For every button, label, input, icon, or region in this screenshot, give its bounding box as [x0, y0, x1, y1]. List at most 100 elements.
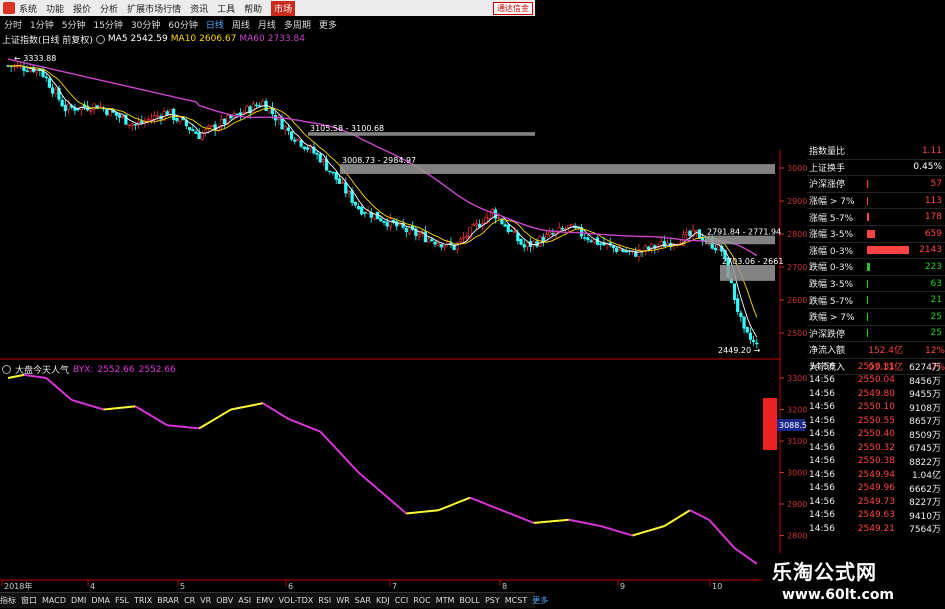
- tick-row: 14:56 2550.32 6745万: [807, 441, 945, 455]
- tick-time: 14:56: [809, 496, 835, 507]
- candle-body: [611, 245, 616, 248]
- candle-body: [522, 244, 526, 248]
- stat-value: 178: [924, 212, 942, 223]
- indicator-segment: [479, 500, 484, 504]
- indicator-segment: [354, 468, 360, 474]
- indicator-segment: [695, 512, 700, 516]
- ind-tick: 2900: [787, 500, 807, 509]
- stat-label: 跌幅 5-7%: [809, 296, 854, 307]
- indicator-segment: [262, 402, 267, 407]
- indicator-segment: [578, 520, 582, 524]
- candle-body: [60, 99, 64, 107]
- indicator-tab[interactable]: 指标: [0, 595, 16, 606]
- stat-bar: [857, 329, 910, 338]
- indicator-tab[interactable]: FSL: [115, 596, 129, 605]
- stat-bar: [857, 163, 910, 171]
- watermark: 乐淘公式网 www.60lt.com: [762, 553, 945, 609]
- indicator-segment: [96, 406, 101, 410]
- tick-time: 14:56: [809, 510, 835, 521]
- stat-row: 涨幅 0-3% 2143: [807, 243, 945, 260]
- indicator-settings-icon[interactable]: [2, 365, 11, 374]
- indicator-segment: [81, 401, 85, 405]
- indicator-segment: [514, 514, 519, 518]
- indicator-segment: [74, 400, 79, 403]
- level-3-label: 2791.84 - 2771.94: [707, 228, 781, 237]
- candle-body: [417, 234, 421, 237]
- ma5-line: [7, 65, 758, 338]
- tick-row: 14:56 2550.55 8657万: [807, 414, 945, 428]
- candle-body: [506, 224, 510, 233]
- candle-body: [624, 250, 628, 253]
- indicator-segment: [625, 532, 630, 536]
- indicator-segment: [335, 447, 341, 453]
- candle-body: [76, 108, 80, 111]
- indicator-tab[interactable]: MACD: [42, 596, 66, 605]
- indicator-tab[interactable]: MTM: [436, 596, 455, 605]
- indicator-segment: [657, 526, 662, 529]
- price-tick: 2900: [787, 197, 807, 206]
- level-2-band: [340, 164, 775, 174]
- indicator-tab[interactable]: OBV: [216, 596, 233, 605]
- indicator-tab[interactable]: ROC: [413, 596, 430, 605]
- indicator-segment: [150, 414, 156, 419]
- indicator-segment: [14, 375, 18, 378]
- indicator-tab[interactable]: BRAR: [157, 596, 179, 605]
- indicator-tab[interactable]: KDJ: [376, 596, 390, 605]
- candle-body: [503, 224, 507, 227]
- candle-body: [353, 201, 357, 206]
- indicator-tab[interactable]: MCST: [505, 596, 527, 605]
- indicator-segment: [338, 451, 344, 457]
- indicator-segment: [645, 529, 649, 533]
- indicator-segment: [498, 508, 503, 512]
- indicator-segment: [450, 503, 455, 507]
- candle-body: [694, 230, 698, 232]
- candle-body: [739, 312, 743, 317]
- indicator-segment: [600, 525, 605, 528]
- level-4-band: [720, 264, 775, 281]
- indicator-tab[interactable]: VOL-TDX: [279, 596, 314, 605]
- indicator-tab[interactable]: CR: [184, 596, 195, 605]
- indicator-segment: [220, 412, 226, 417]
- indicator-tab[interactable]: 更多: [532, 595, 548, 606]
- indicator-segment: [635, 532, 640, 536]
- indicator-segment: [402, 509, 407, 515]
- tick-time: 14:56: [809, 442, 835, 453]
- indicator-tab[interactable]: CCI: [395, 596, 409, 605]
- candle-body: [133, 124, 138, 126]
- indicator-segment: [265, 404, 270, 408]
- indicator-value-2: 2552.66: [138, 364, 176, 375]
- indicator-tab[interactable]: ASI: [238, 596, 251, 605]
- candle-body: [254, 104, 259, 107]
- stat-bar: [857, 262, 910, 271]
- stat-label: 涨幅 3-5%: [809, 230, 854, 241]
- indicator-tab[interactable]: BOLL: [459, 596, 480, 605]
- tick-row: 14:56 2550.38 8822万: [807, 455, 945, 469]
- indicator-segment: [201, 423, 207, 428]
- tick-list: 14:56 2550.31 6274万 14:56 2550.04 8456万 14:56 2…: [807, 360, 945, 536]
- indicator-segment: [208, 419, 213, 424]
- indicator-tab[interactable]: PSY: [485, 596, 500, 605]
- indicator-tab[interactable]: VR: [200, 596, 211, 605]
- indicator-tab[interactable]: RSI: [318, 596, 331, 605]
- candle-body: [283, 126, 287, 130]
- indicator-segment: [651, 527, 656, 531]
- indicator-segment: [749, 558, 755, 563]
- kline-chart[interactable]: 3000 2900 2800 2700 2600 2500 3300 3200 3100 3000…: [0, 0, 945, 609]
- candle-body: [646, 246, 651, 250]
- indicator-segment: [717, 529, 723, 535]
- candle-body: [194, 131, 198, 134]
- indicator-tab[interactable]: DMA: [91, 596, 110, 605]
- candle-body: [363, 212, 367, 214]
- tick-row: 14:56 2549.73 8227万: [807, 495, 945, 509]
- indicator-tab[interactable]: EMV: [256, 596, 273, 605]
- indicator-tab[interactable]: TRIX: [134, 596, 152, 605]
- indicator-tab[interactable]: WR: [336, 596, 349, 605]
- indicator-tab[interactable]: 窗口: [21, 595, 37, 606]
- candle-body: [755, 342, 759, 345]
- candle-body: [261, 100, 265, 106]
- indicator-tab[interactable]: DMI: [71, 596, 86, 605]
- indicator-tab[interactable]: SAR: [355, 596, 371, 605]
- indicator-segment: [364, 477, 369, 482]
- indicator-segment: [205, 421, 210, 426]
- indicator-segment: [641, 530, 646, 534]
